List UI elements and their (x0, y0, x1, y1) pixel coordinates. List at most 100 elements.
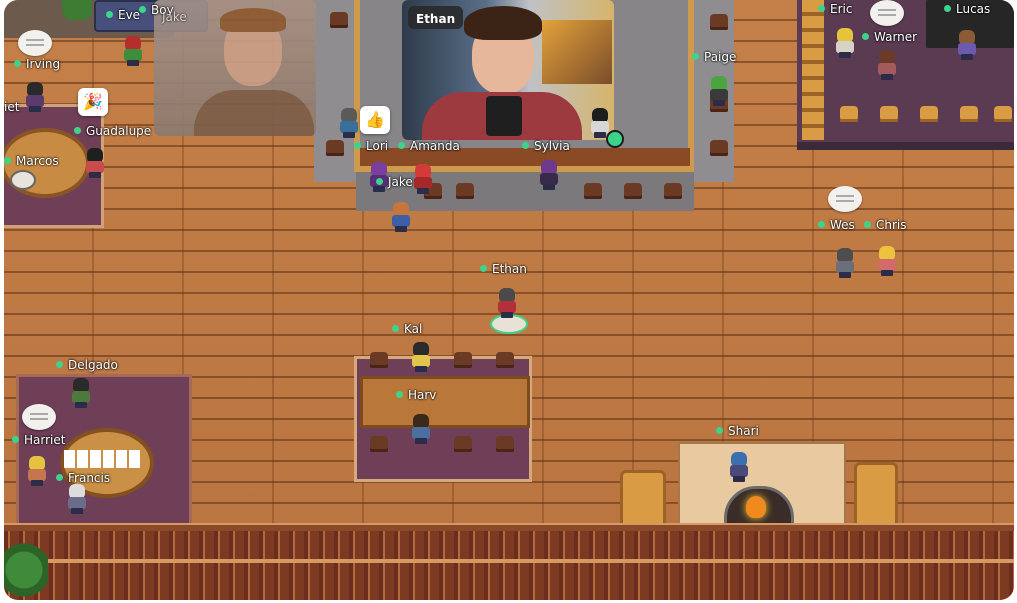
name-tag-kal: Kal (392, 322, 422, 336)
name-tag-wes: Wes (818, 218, 855, 232)
avatar-jake-red[interactable] (412, 164, 434, 194)
online-status-icon (354, 142, 361, 149)
name-tag-chris: Chris (864, 218, 907, 232)
name-tag-warner: Warner (862, 30, 917, 44)
online-status-icon (398, 142, 405, 149)
name-tag-eric: Eric (818, 2, 852, 16)
plant-bottom-left (4, 540, 48, 600)
balcony-railing (4, 523, 1014, 600)
stage-chair (960, 106, 978, 122)
party-reaction-icon: 🎉 (78, 88, 108, 116)
bar-chair (624, 183, 642, 199)
bar-chair (710, 14, 728, 30)
online-status-icon (862, 33, 869, 40)
chat-bubble-icon (828, 186, 862, 212)
kitchen-shelf (542, 20, 612, 84)
name-tag-jake-top: Jake (162, 10, 187, 24)
bar-chair (710, 140, 728, 156)
playing-cards (64, 450, 142, 468)
online-status-icon (139, 6, 146, 13)
name-tag-irving: Irving (14, 57, 60, 71)
online-status-icon (56, 474, 63, 481)
caller-hair (464, 6, 542, 40)
online-status-icon (56, 361, 63, 368)
avatar-warner[interactable] (876, 50, 898, 80)
avatar-eve[interactable] (122, 36, 144, 66)
video-name-label: Ethan (416, 12, 456, 26)
online-status-icon (944, 5, 951, 12)
avatar-harv[interactable] (410, 414, 432, 444)
table-chair (454, 436, 472, 452)
bar-chair (584, 183, 602, 199)
online-status-icon (74, 127, 81, 134)
stage-column (802, 0, 824, 140)
bar-chair (330, 12, 348, 28)
name-tag-francis: Francis (56, 471, 110, 485)
avatar-irving[interactable] (24, 82, 46, 112)
online-status-icon (392, 325, 399, 332)
bar-chair (326, 140, 344, 156)
table-chair (454, 352, 472, 368)
stage-chair (840, 106, 858, 122)
stool (10, 170, 36, 190)
name-tag-lori: Lori (354, 139, 388, 153)
name-tag-shari: Shari (716, 424, 759, 438)
online-status-icon (716, 427, 723, 434)
video-name-badge: Ethan (408, 6, 464, 29)
game-map[interactable]: Ethan 🎉 👍 Irving iet Guadalupe Marcos Ev… (4, 0, 1014, 600)
avatar-shari[interactable] (728, 452, 750, 482)
caller-hair (220, 8, 286, 32)
name-tag-lucas: Lucas (944, 2, 990, 16)
online-status-icon (818, 5, 825, 12)
avatar-lucas[interactable] (956, 30, 978, 60)
name-tag-harv: Harv (396, 388, 436, 402)
online-status-icon (12, 436, 19, 443)
caller-undershirt (486, 96, 522, 136)
stage-edge (797, 142, 1014, 150)
online-status-icon (4, 157, 11, 164)
avatar-eric[interactable] (834, 28, 856, 58)
online-status-icon (606, 130, 624, 148)
avatar-ethan[interactable] (496, 288, 518, 318)
stage-chair (994, 106, 1012, 122)
stage-chair (880, 106, 898, 122)
avatar-harriet[interactable] (26, 456, 48, 486)
thumbs-up-reaction-icon: 👍 (360, 106, 390, 134)
name-tag-harriet: Harriet (12, 433, 65, 447)
name-tag-ethan: Ethan (480, 262, 527, 276)
avatar-kal[interactable] (410, 342, 432, 372)
avatar-chris[interactable] (876, 246, 898, 276)
online-status-icon (376, 178, 383, 185)
bar-chair (664, 183, 682, 199)
stage-chair (920, 106, 938, 122)
table-chair (496, 436, 514, 452)
online-status-icon (818, 221, 825, 228)
table-chair (496, 352, 514, 368)
chat-bubble-icon (18, 30, 52, 56)
name-tag-marcos: Marcos (4, 154, 59, 168)
name-tag-sylvia: Sylvia (522, 139, 570, 153)
avatar-paige[interactable] (708, 76, 730, 106)
avatar-walker[interactable] (390, 202, 412, 232)
caller-shirt (194, 90, 314, 136)
chat-bubble-icon (22, 404, 56, 430)
avatar-purple[interactable] (538, 160, 560, 190)
online-status-icon (14, 60, 21, 67)
bar-chair (456, 183, 474, 199)
name-tag-paige: Paige (692, 50, 736, 64)
armchair (854, 462, 898, 528)
avatar-francis[interactable] (66, 484, 88, 514)
armchair (620, 470, 666, 530)
plant-top (62, 0, 92, 20)
avatar-delgado[interactable] (70, 378, 92, 408)
video-tile-main[interactable]: Ethan (402, 0, 614, 140)
name-tag-guadalupe: Guadalupe (74, 124, 151, 138)
online-status-icon (692, 53, 699, 60)
name-tag-jake: Jake (376, 175, 413, 189)
avatar-lori[interactable] (338, 108, 360, 138)
name-tag-delgado: Delgado (56, 358, 118, 372)
avatar-wes[interactable] (834, 248, 856, 278)
online-status-icon (864, 221, 871, 228)
online-status-icon (480, 265, 487, 272)
avatar-marcos[interactable] (84, 148, 106, 178)
